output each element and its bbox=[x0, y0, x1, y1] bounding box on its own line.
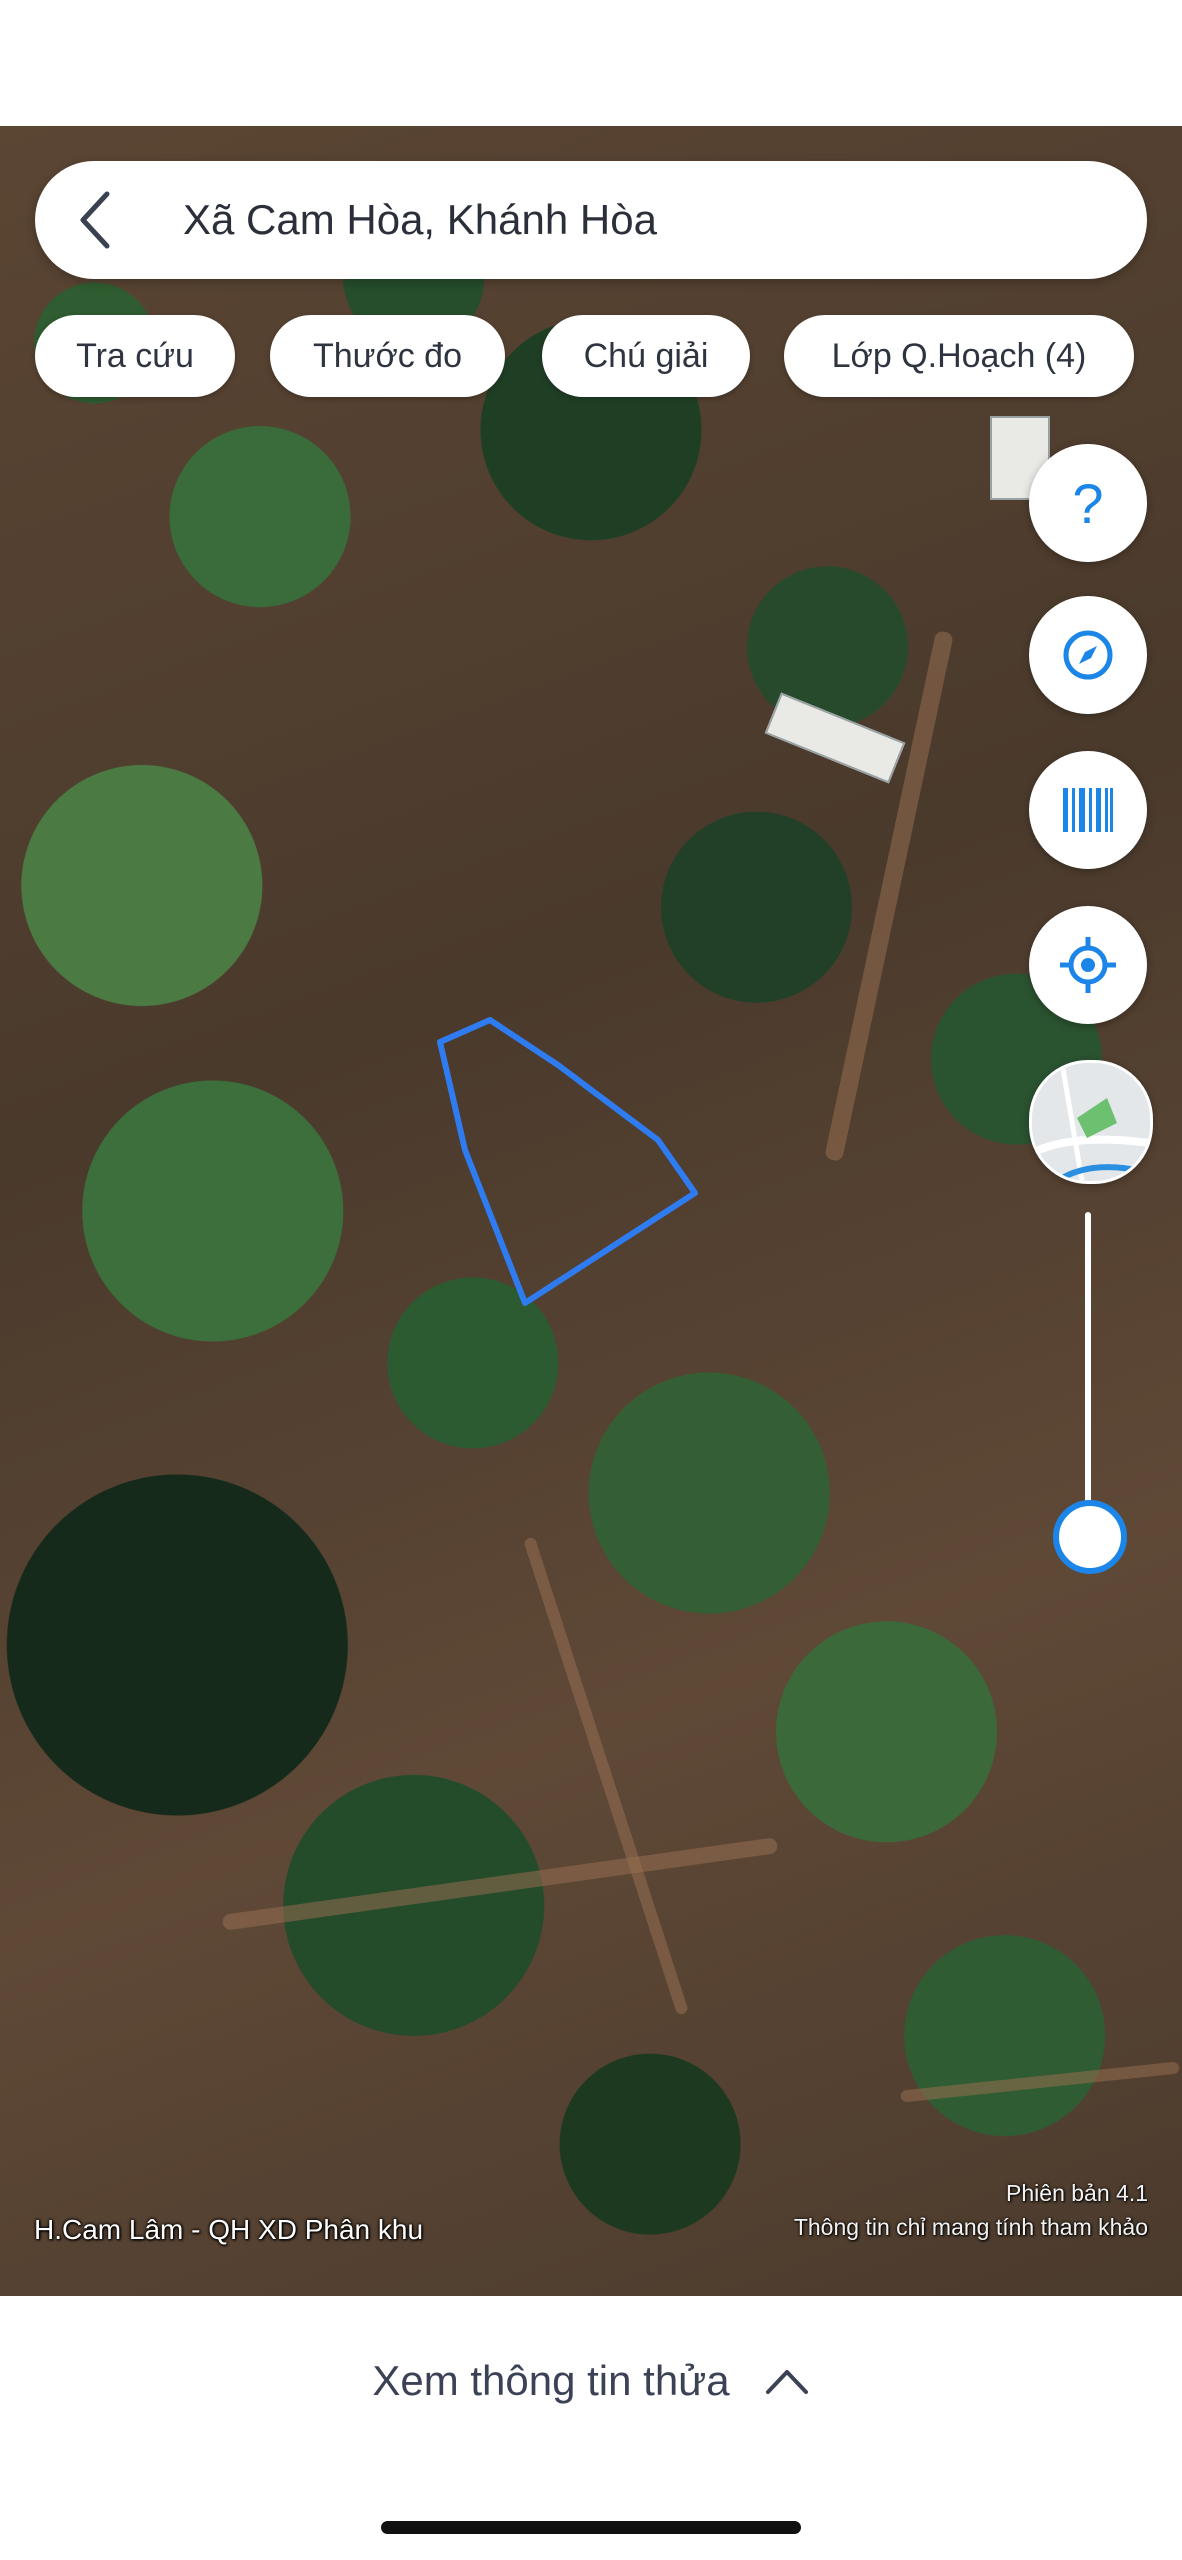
dirt-road bbox=[900, 2061, 1180, 2103]
barcode-scan-button[interactable] bbox=[1029, 751, 1147, 869]
legend-chip[interactable]: Chú giải bbox=[542, 315, 750, 397]
view-parcel-info-button[interactable]: Xem thông tin thửa bbox=[0, 2336, 1182, 2426]
satellite-map[interactable] bbox=[0, 126, 1182, 2296]
lookup-chip[interactable]: Tra cứu bbox=[35, 315, 235, 397]
help-button[interactable]: ? bbox=[1029, 444, 1147, 562]
zoom-slider-thumb[interactable] bbox=[1053, 1500, 1127, 1574]
back-icon[interactable] bbox=[75, 161, 165, 279]
compass-icon bbox=[1063, 630, 1113, 680]
disclaimer-label: Thông tin chỉ mang tính tham khảo bbox=[793, 2214, 1148, 2240]
barcode-icon bbox=[1063, 788, 1113, 832]
measure-chip[interactable]: Thước đo bbox=[270, 315, 505, 397]
my-location-button[interactable] bbox=[1029, 906, 1147, 1024]
home-indicator[interactable] bbox=[381, 2521, 801, 2534]
compass-button[interactable] bbox=[1029, 596, 1147, 714]
chip-label: Thước đo bbox=[313, 336, 462, 375]
view-parcel-info-label: Xem thông tin thửa bbox=[372, 2357, 730, 2404]
dirt-road bbox=[824, 630, 954, 1162]
search-bar[interactable]: Xã Cam Hòa, Khánh Hòa bbox=[35, 161, 1147, 279]
chip-label: Lớp Q.Hoạch (4) bbox=[831, 336, 1087, 375]
chip-label: Tra cứu bbox=[76, 336, 194, 375]
locate-icon bbox=[1060, 937, 1116, 993]
search-text: Xã Cam Hòa, Khánh Hòa bbox=[183, 196, 657, 243]
map-thumbnail bbox=[1032, 1063, 1150, 1181]
dirt-road bbox=[221, 1837, 779, 1931]
version-label: Phiên bản 4.1 bbox=[1006, 2180, 1148, 2206]
help-icon: ? bbox=[1072, 471, 1104, 535]
map-type-toggle[interactable] bbox=[1029, 1060, 1153, 1184]
chevron-up-icon bbox=[765, 2370, 808, 2394]
status-bar bbox=[0, 0, 1182, 126]
planning-layer-label: H.Cam Lâm - QH XD Phân khu bbox=[34, 2214, 424, 2245]
zoom-slider-track[interactable] bbox=[1085, 1212, 1091, 1542]
planning-layers-chip[interactable]: Lớp Q.Hoạch (4) bbox=[784, 315, 1134, 397]
dirt-road bbox=[523, 1536, 689, 2016]
building-roof bbox=[764, 692, 906, 784]
chip-label: Chú giải bbox=[583, 336, 709, 375]
